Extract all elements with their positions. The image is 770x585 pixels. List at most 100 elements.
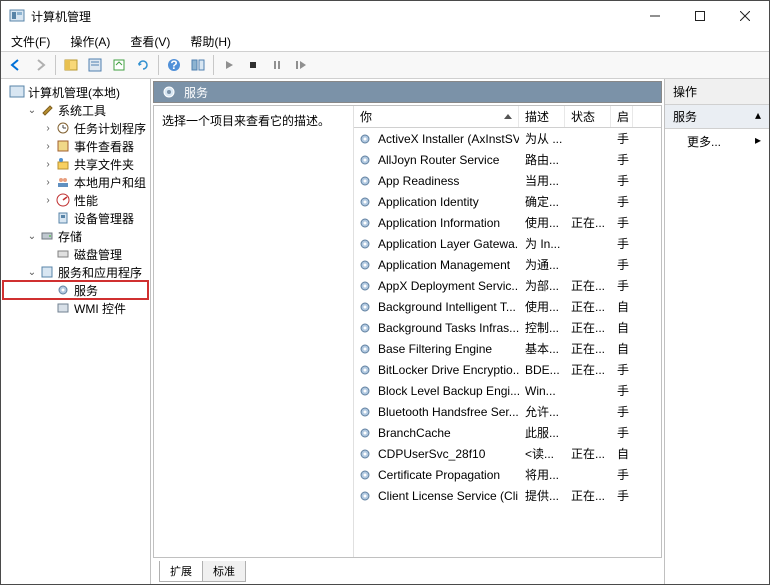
cell-state <box>565 242 611 246</box>
chevron-up-icon: ▴ <box>755 108 761 125</box>
actions-pane: 操作 服务 ▴ 更多... ▸ <box>665 79 769 584</box>
service-row[interactable]: AppX Deployment Servic...为部...正在...手 <box>354 275 661 296</box>
col-desc[interactable]: 描述 <box>519 106 565 127</box>
event-icon <box>55 138 71 154</box>
minimize-button[interactable] <box>632 2 677 30</box>
play-button[interactable] <box>218 54 240 76</box>
tree-local-users[interactable]: › 本地用户和组 <box>3 173 148 191</box>
tree-task-scheduler[interactable]: › 任务计划程序 <box>3 119 148 137</box>
actions-header: 操作 <box>665 79 769 105</box>
col-start[interactable]: 启 <box>611 106 633 127</box>
tree-shared-folders[interactable]: › 共享文件夹 <box>3 155 148 173</box>
refresh-button[interactable] <box>132 54 154 76</box>
tree-device-manager[interactable]: 设备管理器 <box>3 209 148 227</box>
service-row[interactable]: Certificate Propagation将用...手 <box>354 464 661 485</box>
cell-name: Background Tasks Infras... <box>372 319 519 337</box>
service-row[interactable]: Application Management为通...手 <box>354 254 661 275</box>
services-body: 选择一个项目来查看它的描述。 你 描述 状态 启 ActiveX Install… <box>153 105 662 558</box>
cell-name: Application Layer Gatewa... <box>372 235 519 253</box>
tree-disk-mgmt[interactable]: 磁盘管理 <box>3 245 148 263</box>
expand-icon[interactable]: › <box>41 195 55 206</box>
tree-wmi[interactable]: WMI 控件 <box>3 299 148 317</box>
service-row[interactable]: Application Identity确定...手 <box>354 191 661 212</box>
show-hide-button[interactable] <box>60 54 82 76</box>
service-row[interactable]: BitLocker Drive Encryptio...BDE...正在...手 <box>354 359 661 380</box>
stop-button[interactable] <box>242 54 264 76</box>
view-tabs: 扩展 标准 <box>153 560 662 582</box>
titlebar: 计算机管理 <box>1 1 769 31</box>
tree-root[interactable]: 计算机管理(本地) <box>3 83 148 101</box>
cell-start: 手 <box>611 485 633 506</box>
tree-system-tools[interactable]: ⌄ 系统工具 <box>3 101 148 119</box>
cell-name: ActiveX Installer (AxInstSV) <box>372 130 519 148</box>
cell-desc: Win... <box>519 382 565 400</box>
tree-storage[interactable]: ⌄ 存储 <box>3 227 148 245</box>
cell-desc: 提供... <box>519 485 565 506</box>
collapse-icon[interactable]: ⌄ <box>25 105 39 116</box>
storage-icon <box>39 228 55 244</box>
tree-event-viewer[interactable]: › 事件查看器 <box>3 137 148 155</box>
service-row[interactable]: Base Filtering Engine基本...正在...自 <box>354 338 661 359</box>
service-row[interactable]: BranchCache此服...手 <box>354 422 661 443</box>
expand-icon[interactable]: › <box>41 159 55 170</box>
service-row[interactable]: Bluetooth Handsfree Ser...允许...手 <box>354 401 661 422</box>
service-row[interactable]: Block Level Backup Engi...Win...手 <box>354 380 661 401</box>
service-row[interactable]: App Readiness当用...手 <box>354 170 661 191</box>
gear-icon <box>358 468 372 482</box>
service-row[interactable]: Client License Service (Cli...提供...正在...… <box>354 485 661 506</box>
tree-services-apps[interactable]: ⌄ 服务和应用程序 <box>3 263 148 281</box>
service-row[interactable]: ActiveX Installer (AxInstSV)为从 ...手 <box>354 128 661 149</box>
services-list[interactable]: 你 描述 状态 启 ActiveX Installer (AxInstSV)为从… <box>354 106 661 557</box>
col-name[interactable]: 你 <box>354 106 519 127</box>
expand-icon[interactable]: › <box>41 141 55 152</box>
svg-text:?: ? <box>170 58 177 72</box>
window-title: 计算机管理 <box>31 8 632 25</box>
cell-desc: 允许... <box>519 401 565 422</box>
separator <box>55 55 56 75</box>
help-button[interactable]: ? <box>163 54 185 76</box>
service-row[interactable]: CDPUserSvc_28f10<读...正在...自 <box>354 443 661 464</box>
expand-icon[interactable]: › <box>41 177 55 188</box>
close-button[interactable] <box>722 2 767 30</box>
maximize-button[interactable] <box>677 2 722 30</box>
collapse-icon[interactable]: ⌄ <box>25 231 39 242</box>
actions-section[interactable]: 服务 ▴ <box>665 105 769 129</box>
cell-desc: 确定... <box>519 191 565 212</box>
forward-button[interactable] <box>29 54 51 76</box>
service-row[interactable]: AllJoyn Router Service路由...手 <box>354 149 661 170</box>
cell-desc: 将用... <box>519 464 565 485</box>
tree-services[interactable]: 服务 <box>3 281 148 299</box>
export-button[interactable] <box>108 54 130 76</box>
cell-start: 手 <box>611 275 633 296</box>
actions-more[interactable]: 更多... ▸ <box>665 129 769 154</box>
nav-tree[interactable]: 计算机管理(本地) ⌄ 系统工具 › 任务计划程序 › 事件查看器 › 共享文件… <box>1 79 151 584</box>
expand-icon[interactable]: › <box>41 123 55 134</box>
cell-desc: 路由... <box>519 149 565 170</box>
menu-view[interactable]: 查看(V) <box>124 31 176 52</box>
service-row[interactable]: Application Layer Gatewa...为 In...手 <box>354 233 661 254</box>
col-state[interactable]: 状态 <box>565 106 611 127</box>
menu-help[interactable]: 帮助(H) <box>184 31 237 52</box>
cell-name: Application Identity <box>372 193 519 211</box>
chevron-right-icon: ▸ <box>755 133 761 150</box>
menu-file[interactable]: 文件(F) <box>5 31 56 52</box>
tab-standard[interactable]: 标准 <box>202 561 246 582</box>
tab-extended[interactable]: 扩展 <box>159 561 203 582</box>
pause-button[interactable] <box>266 54 288 76</box>
menu-action[interactable]: 操作(A) <box>64 31 116 52</box>
properties-button[interactable] <box>84 54 106 76</box>
cell-state: 正在... <box>565 359 611 380</box>
wmi-icon <box>55 300 71 316</box>
service-row[interactable]: Background Tasks Infras...控制...正在...自 <box>354 317 661 338</box>
back-button[interactable] <box>5 54 27 76</box>
tree-performance[interactable]: › 性能 <box>3 191 148 209</box>
service-row[interactable]: Application Information使用...正在...手 <box>354 212 661 233</box>
cell-start: 手 <box>611 149 633 170</box>
restart-button[interactable] <box>290 54 312 76</box>
toggle-pane-button[interactable] <box>187 54 209 76</box>
gear-icon <box>358 216 372 230</box>
service-row[interactable]: Background Intelligent T...使用...正在...自 <box>354 296 661 317</box>
collapse-icon[interactable]: ⌄ <box>25 267 39 278</box>
services-rows[interactable]: ActiveX Installer (AxInstSV)为从 ...手AllJo… <box>354 128 661 557</box>
cell-state <box>565 389 611 393</box>
